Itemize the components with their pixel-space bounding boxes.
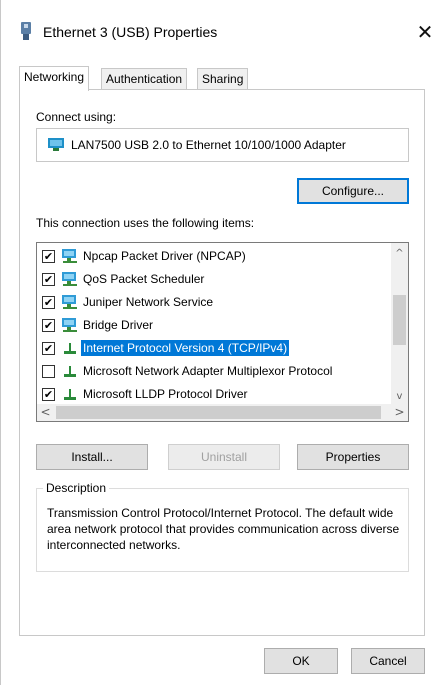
properties-button[interactable]: Properties — [297, 444, 409, 470]
item-label: QoS Packet Scheduler — [83, 272, 205, 286]
item-checkbox[interactable]: ✔ — [42, 273, 55, 286]
list-item[interactable]: Microsoft Network Adapter Multiplexor Pr… — [37, 360, 392, 383]
tab-authentication[interactable]: Authentication — [101, 68, 188, 90]
connect-using-label: Connect using: — [36, 110, 117, 124]
item-checkbox[interactable] — [42, 365, 55, 378]
item-label: Juniper Network Service — [83, 295, 214, 309]
network-adapter-icon — [48, 138, 64, 151]
list-item[interactable]: ✔ Microsoft LLDP Protocol Driver — [37, 383, 392, 406]
list-item[interactable]: ✔ Bridge Driver — [37, 314, 392, 337]
ethernet-icon — [21, 22, 31, 40]
item-checkbox[interactable]: ✔ — [42, 388, 55, 401]
tab-sharing[interactable]: Sharing — [197, 68, 249, 90]
ok-button[interactable]: OK — [264, 648, 338, 674]
adapter-field: LAN7500 USB 2.0 to Ethernet 10/100/1000 … — [36, 128, 409, 162]
close-button[interactable]: ✕ — [411, 18, 439, 46]
item-label: Internet Protocol Version 4 (TCP/IPv4) — [81, 340, 290, 356]
tab-label: Networking — [24, 70, 85, 84]
item-label: Npcap Packet Driver (NPCAP) — [83, 249, 246, 263]
description-group: Description Transmission Control Protoco… — [36, 481, 409, 572]
configure-button[interactable]: Configure... — [297, 178, 409, 204]
scroll-left-icon[interactable]: < — [37, 404, 54, 421]
protocol-icon — [64, 366, 76, 377]
window-title: Ethernet 3 (USB) Properties — [43, 24, 218, 40]
title-bar[interactable]: Ethernet 3 (USB) Properties ✕ — [1, 12, 444, 52]
cancel-button[interactable]: Cancel — [351, 648, 425, 674]
list-item[interactable]: ✔ Internet Protocol Version 4 (TCP/IPv4) — [37, 337, 392, 360]
network-client-icon — [62, 318, 77, 332]
item-checkbox[interactable]: ✔ — [42, 250, 55, 263]
items-list[interactable]: ✔ Npcap Packet Driver (NPCAP) ✔ QoS Pack… — [36, 242, 409, 422]
uninstall-button[interactable]: Uninstall — [168, 444, 280, 470]
scroll-thumb[interactable] — [56, 406, 381, 419]
network-client-icon — [62, 272, 77, 286]
protocol-icon — [64, 343, 76, 354]
horizontal-scrollbar[interactable]: < > — [37, 404, 408, 421]
network-client-icon — [62, 249, 77, 263]
item-label: Microsoft Network Adapter Multiplexor Pr… — [83, 364, 333, 378]
list-item[interactable]: ✔ Juniper Network Service — [37, 291, 392, 314]
list-item[interactable]: ✔ Npcap Packet Driver (NPCAP) — [37, 245, 392, 268]
tab-label: Authentication — [106, 72, 183, 86]
properties-dialog: Ethernet 3 (USB) Properties ✕ Networking… — [0, 0, 444, 685]
vertical-scrollbar[interactable]: ^ v — [391, 243, 408, 405]
scroll-up-icon[interactable]: ^ — [391, 245, 408, 262]
description-legend: Description — [43, 481, 110, 495]
items-label: This connection uses the following items… — [36, 216, 255, 230]
item-checkbox[interactable]: ✔ — [42, 296, 55, 309]
install-button[interactable]: Install... — [36, 444, 148, 470]
protocol-icon — [64, 389, 76, 400]
scroll-right-icon[interactable]: > — [391, 404, 408, 421]
scroll-thumb[interactable] — [393, 295, 406, 345]
tab-label: Sharing — [202, 72, 244, 86]
adapter-name: LAN7500 USB 2.0 to Ethernet 10/100/1000 … — [71, 138, 346, 152]
item-checkbox[interactable]: ✔ — [42, 319, 55, 332]
description-text: Transmission Control Protocol/Internet P… — [47, 506, 400, 552]
item-label: Bridge Driver — [83, 318, 154, 332]
network-client-icon — [62, 295, 77, 309]
tab-networking[interactable]: Networking — [19, 66, 90, 91]
scroll-down-icon[interactable]: v — [391, 388, 408, 405]
networking-panel: Connect using: LAN7500 USB 2.0 to Ethern… — [19, 89, 425, 636]
close-icon: ✕ — [416, 20, 434, 44]
item-checkbox[interactable]: ✔ — [42, 342, 55, 355]
item-label: Microsoft LLDP Protocol Driver — [83, 387, 248, 401]
list-item[interactable]: ✔ QoS Packet Scheduler — [37, 268, 392, 291]
